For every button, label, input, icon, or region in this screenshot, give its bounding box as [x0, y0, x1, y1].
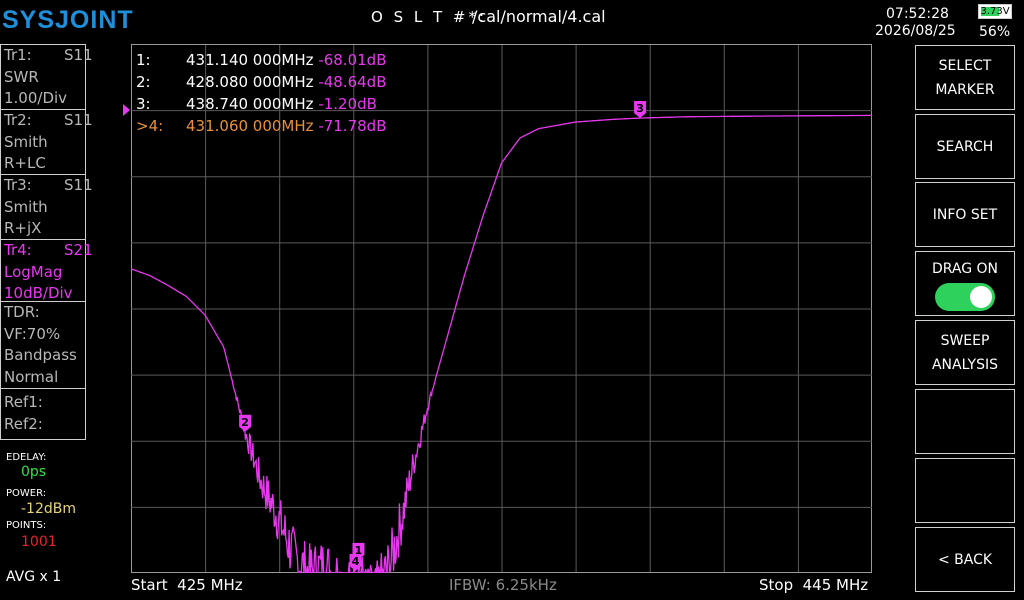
marker-readout: 1: 431.140 000MHz -68.01dB 2: 428.080 000M…: [136, 49, 386, 137]
battery-voltage: 3.73V: [980, 6, 1010, 17]
marker-value: -68.01dB: [318, 51, 387, 69]
marker-2-readout[interactable]: 2: 428.080 000MHz -48.64dB: [136, 71, 386, 93]
empty-softkey-1[interactable]: [915, 389, 1015, 454]
drag-on-label: DRAG ON: [931, 261, 999, 277]
back-button[interactable]: < BACK: [915, 527, 1015, 592]
toggle-knob: [970, 286, 992, 308]
marker-number: 3:: [136, 95, 151, 113]
info-set-label: INFO SET: [932, 206, 998, 223]
marker-3-flag: 3: [634, 101, 647, 119]
trace-scale: R+jX: [4, 219, 42, 237]
battery-icon: 3.73V: [978, 4, 1012, 19]
start-frequency[interactable]: Start 425 MHz: [131, 576, 243, 594]
trace-name: Tr3:: [4, 176, 32, 194]
empty-softkey-2[interactable]: [915, 458, 1015, 523]
marker-flag-label: 2: [241, 416, 249, 429]
marker-value: -1.20dB: [318, 95, 377, 113]
marker-1-readout[interactable]: 1: 431.140 000MHz -68.01dB: [136, 49, 386, 71]
marker-number: 2:: [136, 73, 151, 91]
marker-flag-label: 3: [636, 102, 644, 115]
trace-name: Tr4:: [4, 241, 32, 259]
trace-param: S21: [64, 241, 93, 259]
trace-param: S11: [64, 46, 93, 64]
trace-4-panel[interactable]: Tr4: S21 LogMag 10dB/Div: [0, 239, 93, 302]
points-label: POINTS:: [6, 520, 47, 531]
tdr-window: Normal: [4, 367, 59, 386]
calibration-file-path: /cal/normal/4.cal: [472, 7, 606, 26]
power-value[interactable]: -12dBm: [21, 501, 76, 517]
battery-percent: 56%: [979, 24, 1011, 40]
marker-number: 1:: [136, 51, 151, 69]
edelay-label: EDELAY:: [6, 452, 47, 463]
trace-format: SWR: [4, 67, 39, 86]
marker-4-readout[interactable]: >4: 431.060 000MHz -71.78dB: [136, 115, 386, 137]
ifbw-label[interactable]: IFBW: 6.25kHz: [449, 576, 557, 594]
trace-format: LogMag: [4, 262, 63, 281]
marker-number: >4:: [136, 117, 164, 135]
ref2-label: Ref2:: [4, 414, 43, 433]
marker-value: -71.78dB: [318, 117, 387, 135]
trace-name: Tr1:: [4, 46, 32, 64]
marker-2-flag: 2: [239, 414, 252, 432]
search-label: SEARCH: [936, 138, 994, 155]
marker-3-readout[interactable]: 3: 438.740 000MHz -1.20dB: [136, 93, 386, 115]
trace-scale: 1.00/Div: [4, 89, 68, 107]
ref1-label: Ref1:: [4, 393, 43, 411]
drag-on-button[interactable]: DRAG ON: [915, 251, 1015, 316]
trace-2-panel[interactable]: Tr2: S11 Smith R+LC: [0, 109, 93, 175]
stop-frequency[interactable]: Stop 445 MHz: [759, 576, 868, 594]
trace-format: Smith: [4, 132, 48, 151]
brand-logo: SYSJOINT: [2, 6, 134, 34]
tdr-panel[interactable]: TDR: VF:70% Bandpass Normal: [0, 301, 86, 389]
trace-1-panel[interactable]: Tr1: S11 SWR 1.00/Div: [0, 44, 93, 110]
reference-panel[interactable]: Ref1: Ref2:: [0, 388, 86, 440]
marker-frequency: 438.740 000MHz: [186, 95, 314, 113]
edelay-value[interactable]: 0ps: [21, 464, 46, 480]
sweep-analysis-button[interactable]: SWEEP ANALYSIS: [915, 320, 1015, 385]
marker-flag-label: 4: [352, 555, 360, 568]
drag-toggle-switch[interactable]: [935, 283, 995, 311]
calibration-prefix: O S L T #*:: [371, 8, 488, 26]
trace-scale: R+LC: [4, 154, 46, 172]
tdr-label: TDR:: [4, 303, 40, 321]
tdr-mode: Bandpass: [4, 346, 77, 364]
search-button[interactable]: SEARCH: [915, 114, 1015, 179]
power-label: POWER:: [6, 488, 47, 499]
trace-markers: 1234: [239, 101, 647, 571]
averaging-label[interactable]: AVG x 1: [6, 569, 61, 585]
tdr-vf: VF:70%: [4, 324, 61, 343]
marker-value: -48.64dB: [318, 73, 387, 91]
marker-frequency: 428.080 000MHz: [186, 73, 314, 91]
trace-name: Tr2:: [4, 111, 32, 129]
trace-format: Smith: [4, 197, 48, 216]
clock-time: 07:52:28: [886, 6, 949, 22]
trace-param: S11: [64, 111, 93, 129]
clock-date: 2026/08/25: [875, 23, 956, 39]
back-label: < BACK: [937, 551, 993, 568]
info-set-button[interactable]: INFO SET: [915, 182, 1015, 247]
select-marker-label: SELECT MARKER: [935, 57, 995, 98]
marker-frequency: 431.140 000MHz: [186, 51, 314, 69]
points-value[interactable]: 1001: [21, 534, 57, 550]
trace-3-panel[interactable]: Tr3: S11 Smith R+jX: [0, 174, 93, 240]
select-marker-button[interactable]: SELECT MARKER: [915, 45, 1015, 110]
trace-param: S11: [64, 176, 93, 194]
marker-frequency: 431.060 000MHz: [186, 117, 314, 135]
sweep-analysis-label: SWEEP ANALYSIS: [931, 332, 999, 373]
